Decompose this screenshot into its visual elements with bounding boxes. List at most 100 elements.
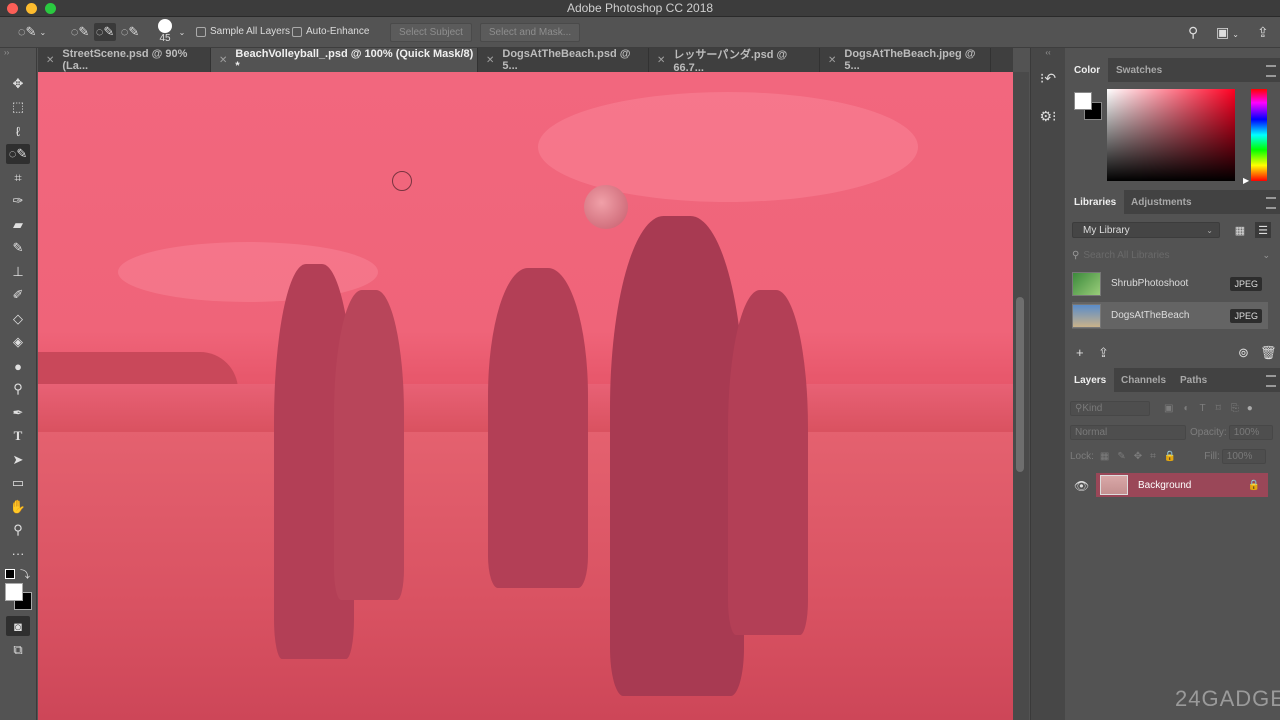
rectangular-marquee-tool[interactable]: ⬚ [6, 97, 30, 117]
tab-libraries[interactable]: Libraries [1066, 190, 1125, 214]
dodge-tool[interactable]: ⚲ [6, 379, 30, 399]
zoom-tool[interactable]: ⚲ [6, 520, 30, 540]
history-panel-icon[interactable]: ⁝↶ [1036, 66, 1060, 90]
color-picker-field[interactable] [1107, 89, 1235, 181]
eraser-tool[interactable]: ◇ [6, 309, 30, 329]
hue-slider[interactable] [1251, 89, 1267, 181]
default-colors-icon[interactable] [5, 569, 15, 579]
history-brush-tool[interactable]: ✐ [6, 285, 30, 305]
subtract-from-selection-button[interactable]: ◌✎ [120, 23, 140, 41]
swap-colors-icon[interactable]: ⤵ [20, 566, 30, 581]
chevron-down-icon[interactable]: ⌄ [1262, 250, 1270, 261]
expand-toolbar-icon[interactable]: ›› [4, 48, 9, 57]
filter-shape-icon[interactable]: ⌑ [1216, 403, 1221, 414]
move-tool[interactable]: ✥ [6, 74, 30, 94]
path-selection-tool[interactable]: ➤ [6, 450, 30, 470]
lasso-tool[interactable]: ℓ [6, 121, 30, 141]
clone-stamp-tool[interactable]: ⊥ [6, 262, 30, 282]
layer-row[interactable]: Background 🔒 [1096, 473, 1268, 497]
brush-tool[interactable]: ✎ [6, 238, 30, 258]
canvas-vertical-scrollbar[interactable] [1013, 72, 1029, 720]
trash-icon[interactable]: 🗑 [1260, 345, 1277, 361]
rectangle-tool[interactable]: ▭ [6, 473, 30, 493]
select-subject-button[interactable]: Select Subject [390, 23, 472, 42]
add-content-icon[interactable]: + [1076, 345, 1084, 360]
type-tool[interactable]: T [6, 426, 30, 446]
share-icon[interactable]: ⇪ [1257, 24, 1269, 41]
more-tools-button[interactable]: ··· [6, 543, 30, 563]
checkbox-label: Sample All Layers [210, 26, 291, 37]
pen-tool[interactable]: ✒ [6, 403, 30, 423]
tab-adjustments[interactable]: Adjustments [1123, 190, 1200, 214]
hand-tool[interactable]: ✋ [6, 497, 30, 517]
tab-swatches[interactable]: Swatches [1108, 58, 1170, 82]
panel-menu-icon[interactable] [1266, 65, 1276, 77]
document-tab[interactable]: ✕ レッサーパンダ.psd @ 66.7... [649, 48, 820, 74]
close-tab-icon[interactable]: ✕ [219, 55, 227, 66]
grid-view-button[interactable]: ▦ [1232, 222, 1248, 238]
lock-image-icon[interactable]: ✎ [1117, 451, 1125, 462]
lock-transparent-icon[interactable]: ▦ [1100, 451, 1109, 462]
paint-bucket-tool[interactable]: ◈ [6, 332, 30, 352]
document-tab-active[interactable]: ✕ BeachVolleyball_.psd @ 100% (Quick Mask… [211, 48, 478, 72]
lock-position-icon[interactable]: ✥ [1134, 451, 1142, 462]
panel-menu-icon[interactable] [1266, 375, 1276, 387]
library-select[interactable]: My Library ⌄ [1072, 222, 1220, 238]
crop-tool[interactable]: ⌗ [6, 168, 30, 188]
auto-enhance-checkbox[interactable]: Auto-Enhance [292, 26, 369, 37]
tab-channels[interactable]: Channels [1113, 368, 1174, 392]
blur-tool[interactable]: ● [6, 356, 30, 376]
screen-mode-button[interactable]: ⧉ [6, 640, 30, 660]
tool-preset-picker[interactable]: ◌✎ ⌄ [16, 23, 48, 41]
lock-all-icon[interactable]: 🔒 [1164, 451, 1176, 462]
close-tab-icon[interactable]: ✕ [828, 55, 836, 66]
tab-layers[interactable]: Layers [1066, 368, 1115, 392]
workspace-icon[interactable]: ▣ ⌄ [1216, 24, 1239, 41]
filter-smart-object-icon[interactable]: ⎘ [1231, 403, 1239, 414]
opacity-input[interactable]: 100% [1228, 424, 1273, 440]
filter-type-icon[interactable]: T [1200, 403, 1206, 414]
quick-selection-tool[interactable]: ◌✎ [6, 144, 30, 164]
fill-input[interactable]: 100% [1221, 448, 1266, 464]
add-to-selection-button[interactable]: ◌✎ [94, 23, 116, 41]
properties-panel-icon[interactable]: ⚙⁝ [1036, 104, 1060, 128]
blend-mode-select[interactable]: Normal [1070, 424, 1186, 440]
foreground-color-swatch[interactable] [1074, 92, 1092, 110]
select-and-mask-button[interactable]: Select and Mask... [480, 23, 580, 42]
checkbox-box [292, 26, 302, 37]
filter-adjustment-icon[interactable]: ◐ [1183, 403, 1189, 414]
document-canvas[interactable] [38, 72, 1013, 720]
hue-slider-handle-icon[interactable]: ▶ [1243, 176, 1249, 185]
sample-all-layers-checkbox[interactable]: Sample All Layers [196, 26, 290, 37]
filter-pixel-icon[interactable]: ▣ [1164, 403, 1173, 414]
library-item[interactable]: ShrubPhotoshoot JPEG [1072, 270, 1268, 297]
tab-paths[interactable]: Paths [1172, 368, 1215, 392]
search-icon[interactable]: ⚲ [1188, 24, 1198, 41]
filter-kind-select[interactable]: ⚲ Kind [1070, 400, 1150, 416]
eyedropper-tool[interactable]: ✑ [6, 191, 30, 211]
quick-mask-button[interactable]: ◙ [6, 616, 30, 636]
document-tab[interactable]: ✕ StreetScene.psd @ 90% (La... [38, 48, 211, 72]
upload-icon[interactable]: ⇪ [1098, 345, 1109, 361]
panel-menu-icon[interactable] [1266, 197, 1276, 209]
close-tab-icon[interactable]: ✕ [657, 55, 665, 66]
document-tab[interactable]: ✕ DogsAtTheBeach.psd @ 5... [478, 48, 649, 72]
library-item[interactable]: DogsAtTheBeach JPEG [1072, 302, 1268, 329]
creative-cloud-icon[interactable]: ⊚ [1238, 345, 1249, 361]
layer-visibility-eye-icon[interactable]: 👁 [1074, 479, 1089, 493]
filter-toggle-icon[interactable]: ● [1247, 403, 1253, 414]
lock-artboard-icon[interactable]: ⌗ [1150, 451, 1156, 462]
library-select-value: My Library [1083, 224, 1130, 236]
document-tab[interactable]: ✕ DogsAtTheBeach.jpeg @ 5... [820, 48, 991, 72]
close-tab-icon[interactable]: ✕ [46, 55, 54, 66]
list-view-button[interactable]: ☰ [1255, 222, 1271, 238]
foreground-color-swatch[interactable] [5, 583, 23, 601]
tools-panel: ›› ✥ ⬚ ℓ ◌✎ ⌗ ✑ ▰ ✎ ⊥ ✐ ◇ ◈ ● ⚲ ✒ T ➤ ▭ … [0, 48, 37, 720]
close-tab-icon[interactable]: ✕ [486, 55, 494, 66]
new-selection-button[interactable]: ◌✎ [70, 23, 90, 41]
healing-brush-tool[interactable]: ▰ [6, 215, 30, 235]
collapse-dock-icon[interactable]: ‹‹ [1031, 48, 1065, 58]
scrollbar-thumb[interactable] [1016, 297, 1024, 472]
library-search-input[interactable]: ⚲ Search All Libraries ⌄ [1072, 247, 1272, 263]
tab-color[interactable]: Color [1066, 58, 1109, 82]
